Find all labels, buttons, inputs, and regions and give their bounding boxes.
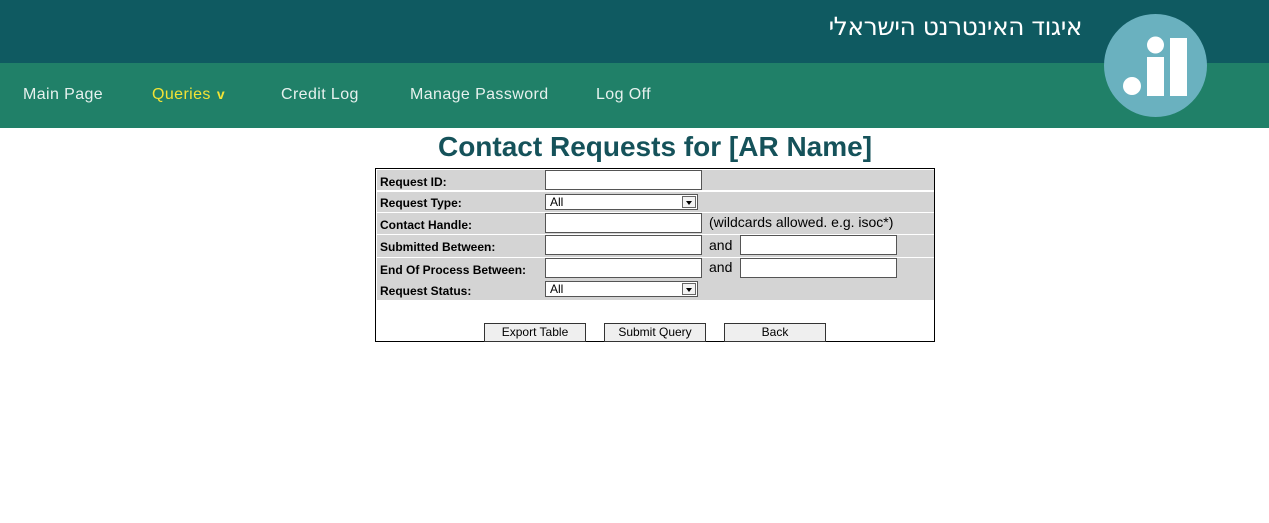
dropdown-arrow-icon[interactable]	[682, 283, 696, 295]
row-submitted-between: Submitted Between: and	[377, 235, 934, 257]
submit-query-button[interactable]: Submit Query	[604, 323, 706, 342]
request-type-label: Request Type:	[380, 196, 462, 210]
header-bar: איגוד האינטרנט הישראלי	[0, 0, 1269, 63]
submitted-and-label: and	[709, 237, 733, 253]
request-id-label: Request ID:	[380, 175, 447, 189]
nav-queries[interactable]: Queries v	[152, 86, 225, 104]
request-status-select[interactable]: All	[545, 281, 698, 297]
dropdown-arrow-icon[interactable]	[682, 196, 696, 208]
nav-credit-log[interactable]: Credit Log	[281, 86, 359, 104]
org-name: איגוד האינטרנט הישראלי	[828, 12, 1083, 41]
request-status-value: All	[550, 282, 564, 296]
nav-queries-label: Queries	[152, 86, 211, 103]
submitted-from-input[interactable]	[545, 235, 702, 255]
contact-handle-input[interactable]	[545, 213, 702, 233]
row-end-of-process-between: End Of Process Between: and	[377, 258, 934, 280]
end-of-process-from-input[interactable]	[545, 258, 702, 278]
chevron-down-icon: v	[216, 86, 226, 102]
submitted-to-input[interactable]	[740, 235, 897, 255]
search-form: Request ID: Request Type: All Contact Ha…	[375, 168, 935, 342]
row-contact-handle: Contact Handle: (wildcards allowed. e.g.…	[377, 213, 934, 234]
nav-main-page[interactable]: Main Page	[23, 86, 103, 104]
row-request-id: Request ID:	[377, 170, 934, 190]
page-title: Contact Requests for [AR Name]	[437, 131, 873, 162]
request-type-value: All	[550, 195, 564, 209]
request-type-select[interactable]: All	[545, 194, 698, 210]
nav-bar: Main Page Queries v Credit Log Manage Pas…	[0, 63, 1269, 128]
il-logo	[1104, 14, 1207, 117]
nav-log-off[interactable]: Log Off	[596, 86, 651, 104]
end-of-process-to-input[interactable]	[740, 258, 897, 278]
contact-handle-label: Contact Handle:	[380, 218, 473, 232]
row-request-type: Request Type: All	[377, 192, 934, 212]
il-logo-icon	[1123, 36, 1187, 96]
request-status-label: Request Status:	[380, 284, 472, 298]
end-of-process-and-label: and	[709, 259, 733, 275]
end-of-process-label: End Of Process Between:	[380, 263, 527, 277]
submitted-between-label: Submitted Between:	[380, 240, 496, 254]
wildcard-hint: (wildcards allowed. e.g. isoc*)	[709, 214, 894, 230]
back-button[interactable]: Back	[724, 323, 826, 342]
row-request-status: Request Status: All	[377, 280, 934, 300]
export-table-button[interactable]: Export Table	[484, 323, 586, 342]
nav-manage-password[interactable]: Manage Password	[410, 86, 549, 104]
request-id-input[interactable]	[545, 170, 702, 190]
